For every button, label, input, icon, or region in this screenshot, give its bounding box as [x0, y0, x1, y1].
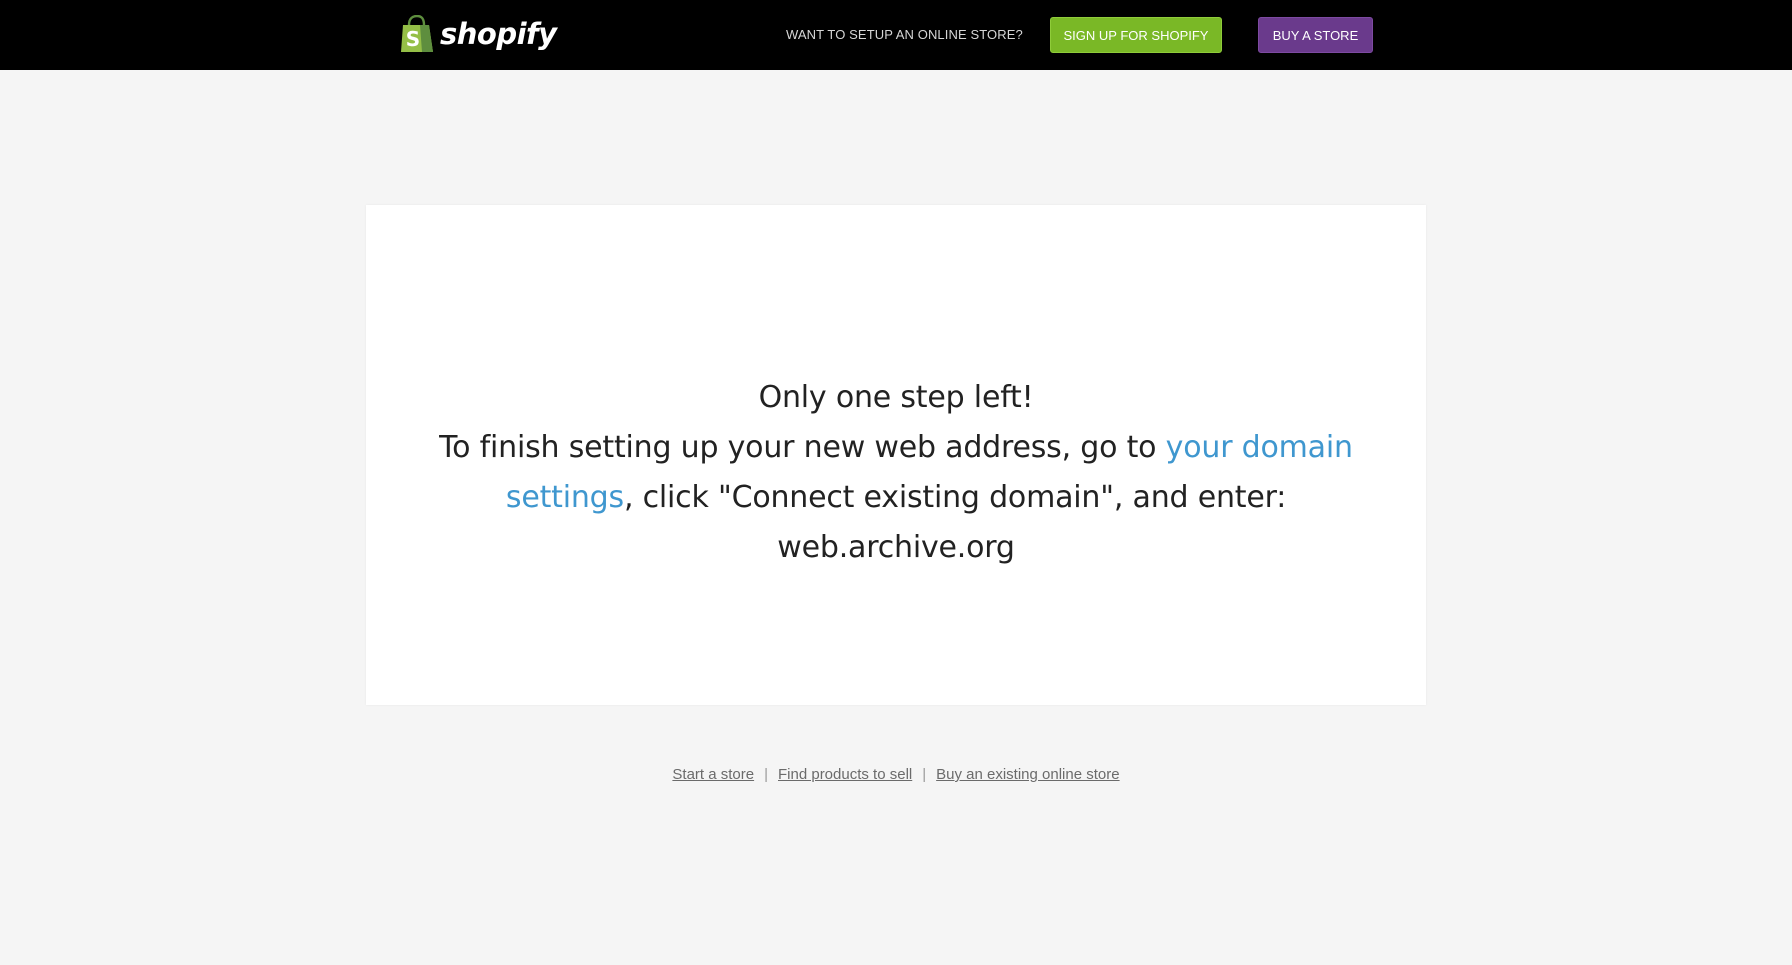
buy-store-button[interactable]: BUY A STORE	[1258, 17, 1373, 53]
shopping-bag-icon: S	[401, 15, 433, 52]
footer-links: Start a store | Find products to sell | Buy …	[0, 766, 1792, 783]
buy-existing-store-link[interactable]: Buy an existing online store	[936, 766, 1119, 783]
headline: Only one step left!	[758, 380, 1034, 415]
brand-name: shopify	[440, 17, 557, 51]
find-products-link[interactable]: Find products to sell	[778, 766, 912, 783]
shopify-logo[interactable]: S shopify	[400, 14, 557, 54]
start-store-link[interactable]: Start a store	[672, 766, 754, 783]
signup-button[interactable]: SIGN UP FOR SHOPIFY	[1050, 17, 1222, 53]
top-bar: S shopify WANT TO SETUP AN ONLINE STORE?…	[0, 0, 1792, 70]
svg-text:S: S	[406, 27, 420, 51]
instructions: To finish setting up your new web addres…	[391, 423, 1401, 573]
footer-separator: |	[922, 766, 927, 783]
footer-separator: |	[764, 766, 768, 783]
instruction-text-after: , click "Connect existing domain", and e…	[623, 480, 1287, 565]
message-card: Only one step left! To finish setting up…	[366, 205, 1426, 705]
setup-prompt: WANT TO SETUP AN ONLINE STORE?	[786, 27, 1023, 42]
instruction-text-before: To finish setting up your new web addres…	[439, 430, 1166, 465]
